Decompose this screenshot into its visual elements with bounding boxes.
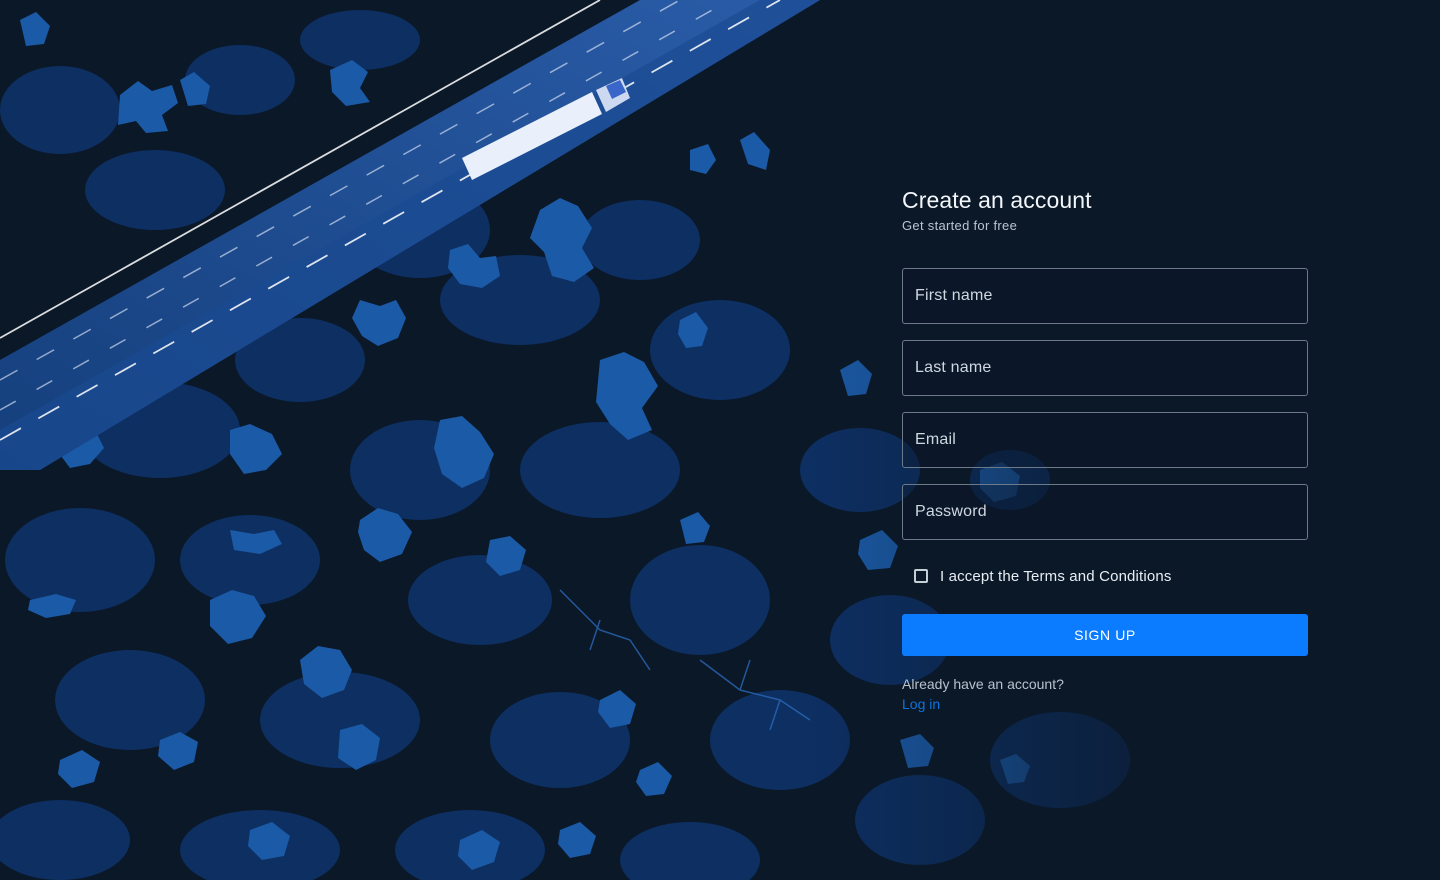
page-title: Create an account [902,187,1092,213]
first-name-input[interactable] [903,269,1307,323]
email-input[interactable] [903,413,1307,467]
last-name-input[interactable] [903,341,1307,395]
login-prompt-area: Already have an account? Log in [902,674,1308,714]
email-field[interactable] [902,412,1308,468]
first-name-field[interactable] [902,268,1308,324]
login-prompt-text: Already have an account? [902,676,1064,692]
terms-row[interactable]: I accept the Terms and Conditions [902,556,1308,596]
checkbox-unchecked-icon[interactable] [914,569,928,583]
password-input[interactable] [903,485,1307,539]
password-field[interactable] [902,484,1308,540]
login-link[interactable]: Log in [902,694,940,714]
form-fields [902,268,1308,540]
sign-up-button[interactable]: SIGN UP [902,614,1308,656]
page-subtitle: Get started for free [902,218,1018,233]
signup-page: Create an account Get started for free I… [0,0,1440,880]
signup-form: Create an account Get started for free I… [902,184,1308,714]
last-name-field[interactable] [902,340,1308,396]
terms-label[interactable]: I accept the Terms and Conditions [940,568,1171,585]
